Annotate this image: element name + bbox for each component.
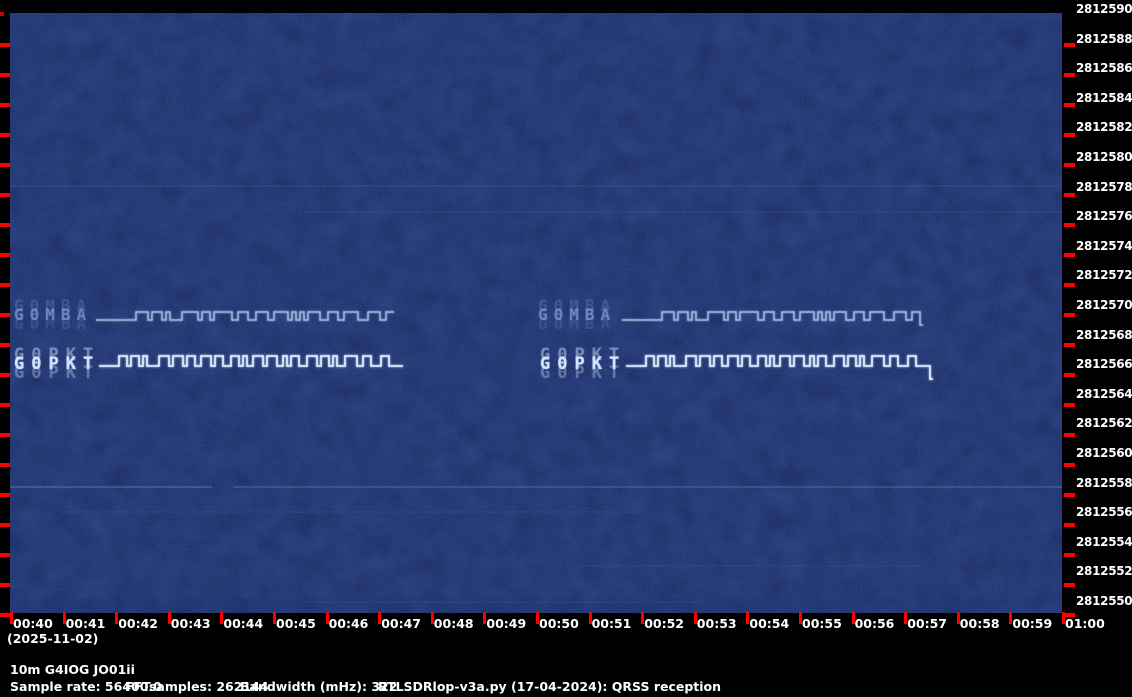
frequency-tick-right: [1064, 283, 1075, 287]
frequency-label: 28125760: [1076, 209, 1132, 223]
frequency-tick-left: [0, 493, 10, 497]
time-label: 00:54: [749, 616, 789, 631]
frequency-label: 28125720: [1076, 268, 1132, 282]
time-label: 00:49: [486, 616, 526, 631]
frequency-label: 28125600: [1076, 446, 1132, 460]
date-label: (2025-11-02): [7, 631, 98, 646]
frequency-tick-left: [0, 12, 4, 16]
frequency-label: 28125560: [1076, 505, 1132, 519]
app-info-label: RTLSDRlop-v3a.py (17-04-2024): QRSS rece…: [378, 679, 721, 694]
frequency-tick-right: [1064, 493, 1075, 497]
qrss-callsign-ghost: G0PKT: [14, 345, 100, 365]
time-label: 00:57: [907, 616, 947, 631]
frequency-tick-left: [0, 523, 10, 527]
frequency-tick-right: [1064, 193, 1075, 197]
frequency-tick-left: [0, 313, 10, 317]
frequency-tick-left: [0, 253, 10, 257]
frequency-tick-right: [1064, 133, 1075, 137]
frequency-label: 28125660: [1076, 357, 1132, 371]
waterfall-bottom-glow: [10, 598, 1062, 613]
bandwidth-label: Bandwidth (mHz): 322: [240, 679, 397, 694]
time-label: 00:53: [697, 616, 737, 631]
frequency-tick-right: [1064, 163, 1075, 167]
frequency-label: 28125680: [1076, 328, 1132, 342]
frequency-label: 28125900: [1076, 2, 1132, 16]
frequency-tick-left: [0, 283, 10, 287]
frequency-tick-left: [0, 463, 10, 467]
frequency-label: 28125520: [1076, 564, 1132, 578]
frequency-tick-left: [0, 43, 10, 47]
frequency-label: 28125780: [1076, 180, 1132, 194]
frequency-tick-right: [1064, 523, 1075, 527]
frequency-label: 28125880: [1076, 32, 1132, 46]
qrss-callsign-ghost: G0MBA: [538, 314, 616, 333]
frequency-tick-left: [0, 433, 10, 437]
time-label: 00:43: [171, 616, 211, 631]
frequency-label: 28125620: [1076, 416, 1132, 430]
frequency-tick-right: [1064, 343, 1075, 347]
frequency-tick-right: [1064, 253, 1075, 257]
frequency-tick-right: [1064, 403, 1075, 407]
time-label: 00:44: [223, 616, 263, 631]
time-label: 00:52: [644, 616, 684, 631]
frequency-tick-left: [0, 553, 10, 557]
frequency-label: 28125860: [1076, 61, 1132, 75]
frequency-label: 28125820: [1076, 120, 1132, 134]
frequency-label: 28125740: [1076, 239, 1132, 253]
station-info: 10m G4IOG JO01ii: [10, 662, 135, 677]
frequency-tick-left: [0, 343, 10, 347]
frequency-tick-left: [0, 73, 10, 77]
frequency-label: 28125540: [1076, 535, 1132, 549]
qrss-callsign-ghost: G0MBA: [14, 314, 92, 333]
time-label: 00:47: [381, 616, 421, 631]
frequency-tick-left: [0, 103, 10, 107]
time-label: 00:46: [329, 616, 369, 631]
qrss-callsign-ghost: G0PKT: [540, 363, 626, 383]
qrss-callsign-ghost: G0PKT: [14, 363, 100, 383]
frequency-tick-right: [1064, 553, 1075, 557]
frequency-tick-left: [0, 583, 10, 587]
qrss-callsign-ghost: G0MBA: [14, 296, 92, 315]
frequency-tick-right: [1064, 313, 1075, 317]
time-label: 00:40: [13, 616, 53, 631]
frequency-label: 28125640: [1076, 387, 1132, 401]
qrss-waterfall-window: G0MBAG0MBAG0MBAG0PKTG0PKTG0PKTG0MBAG0MBA…: [0, 0, 1132, 697]
time-label: 00:51: [592, 616, 632, 631]
frequency-label: 28125580: [1076, 476, 1132, 490]
time-label: 00:41: [66, 616, 106, 631]
frequency-tick-left: [0, 133, 10, 137]
time-label: 00:56: [855, 616, 895, 631]
frequency-tick-left: [0, 403, 10, 407]
waterfall-display: G0MBAG0MBAG0MBAG0PKTG0PKTG0PKTG0MBAG0MBA…: [10, 13, 1062, 613]
frequency-tick-right: [1064, 43, 1075, 47]
frequency-tick-right: [1064, 463, 1075, 467]
frequency-tick-left: [0, 163, 10, 167]
time-label: 00:45: [276, 616, 316, 631]
time-label: 00:55: [802, 616, 842, 631]
time-label: 00:48: [434, 616, 474, 631]
frequency-tick-left: [0, 223, 10, 227]
frequency-tick-left: [0, 373, 10, 377]
qrss-callsign-ghost: G0PKT: [540, 345, 626, 365]
time-label: 00:50: [539, 616, 579, 631]
time-label: 00:42: [118, 616, 158, 631]
frequency-tick-right: [1064, 433, 1075, 437]
qrss-callsign-ghost: G0MBA: [538, 296, 616, 315]
frequency-tick-right: [1064, 73, 1075, 77]
time-label: 00:59: [1012, 616, 1052, 631]
frequency-tick-left: [0, 613, 10, 617]
time-label: 01:00: [1065, 616, 1105, 631]
frequency-tick-right: [1064, 373, 1075, 377]
frequency-tick-right: [1064, 223, 1075, 227]
frequency-tick-right: [1064, 103, 1075, 107]
time-label: 00:58: [960, 616, 1000, 631]
waterfall-canvas: G0MBAG0MBAG0MBAG0PKTG0PKTG0PKTG0MBAG0MBA…: [10, 13, 1062, 613]
frequency-label: 28125700: [1076, 298, 1132, 312]
frequency-tick-left: [0, 193, 10, 197]
frequency-label: 28125500: [1076, 594, 1132, 608]
frequency-tick-right: [1064, 583, 1075, 587]
frequency-label: 28125840: [1076, 91, 1132, 105]
frequency-label: 28125800: [1076, 150, 1132, 164]
waterfall-noise-fine: [10, 13, 1062, 613]
